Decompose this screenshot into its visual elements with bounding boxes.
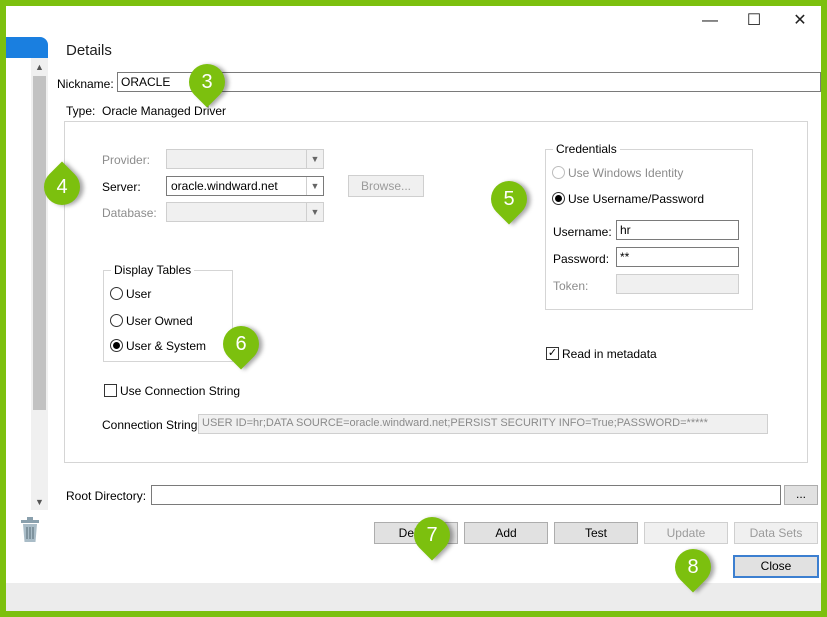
radio-username-password-label[interactable]: Use Username/Password <box>568 192 704 206</box>
chevron-down-icon[interactable]: ▼ <box>306 177 323 195</box>
provider-label: Provider: <box>102 153 151 167</box>
database-dropdown: ▼ <box>166 202 324 222</box>
server-label: Server: <box>102 180 141 194</box>
type-label: Type: <box>66 104 96 118</box>
nickname-label: Nickname: <box>57 77 114 91</box>
update-button: Update <box>644 522 728 544</box>
token-label: Token: <box>553 279 589 293</box>
radio-user-and-system[interactable] <box>110 339 123 352</box>
display-tables-legend: Display Tables <box>111 263 195 277</box>
radio-user[interactable] <box>110 287 123 300</box>
callout-7: 7 <box>406 509 458 561</box>
username-label: Username: <box>553 225 612 239</box>
radio-user-owned-label[interactable]: User Owned <box>126 314 193 328</box>
add-button[interactable]: Add <box>464 522 548 544</box>
scroll-up-icon[interactable]: ▲ <box>31 59 48 75</box>
use-connection-string-checkbox[interactable] <box>104 384 117 397</box>
use-connection-string-label[interactable]: Use Connection String <box>120 384 240 398</box>
chevron-down-icon: ▼ <box>306 203 323 221</box>
callout-5: 5 <box>483 173 535 225</box>
read-metadata-checkbox[interactable]: ✓ <box>546 347 559 360</box>
callout-4: 4 <box>36 161 88 213</box>
root-directory-input[interactable] <box>151 485 781 505</box>
read-metadata-label[interactable]: Read in metadata <box>562 347 657 361</box>
close-button[interactable]: Close <box>733 555 819 578</box>
callout-3: 3 <box>181 56 233 108</box>
radio-windows-identity-label: Use Windows Identity <box>568 166 684 180</box>
selected-datasource-tab[interactable] <box>6 37 48 59</box>
radio-username-password[interactable] <box>552 192 565 205</box>
close-icon[interactable]: ✕ <box>785 8 815 34</box>
provider-dropdown: ▼ <box>166 149 324 169</box>
password-label: Password: <box>553 252 610 266</box>
chevron-down-icon: ▼ <box>306 150 323 168</box>
maximize-icon[interactable]: ☐ <box>739 8 769 34</box>
password-input[interactable]: ** <box>616 247 739 267</box>
callout-6: 6 <box>215 318 267 370</box>
browse-server-button: Browse... <box>348 175 424 197</box>
status-strip <box>6 583 821 611</box>
radio-user-label[interactable]: User <box>126 287 151 301</box>
root-directory-label: Root Directory: <box>66 489 147 503</box>
radio-windows-identity <box>552 166 565 179</box>
trash-icon[interactable] <box>19 517 41 543</box>
callout-8: 8 <box>667 541 719 593</box>
data-sets-button: Data Sets <box>734 522 818 544</box>
minimize-icon[interactable]: — <box>695 8 725 34</box>
credentials-legend: Credentials <box>553 142 620 156</box>
test-button[interactable]: Test <box>554 522 638 544</box>
radio-user-owned[interactable] <box>110 314 123 327</box>
radio-user-and-system-label[interactable]: User & System <box>126 339 206 353</box>
database-label: Database: <box>102 206 157 220</box>
root-directory-browse-button[interactable]: ... <box>784 485 818 505</box>
server-value: oracle.windward.net <box>171 179 278 193</box>
server-dropdown[interactable]: oracle.windward.net ▼ <box>166 176 324 196</box>
connection-string-field: USER ID=hr;DATA SOURCE=oracle.windward.n… <box>198 414 768 434</box>
scrollbar-thumb[interactable] <box>33 76 46 410</box>
page-title: Details <box>66 42 112 59</box>
scroll-down-icon[interactable]: ▼ <box>31 494 48 510</box>
checkmark-icon: ✓ <box>547 347 558 359</box>
username-input[interactable]: hr <box>616 220 739 240</box>
connection-string-label: Connection String: <box>102 418 201 432</box>
token-input <box>616 274 739 294</box>
